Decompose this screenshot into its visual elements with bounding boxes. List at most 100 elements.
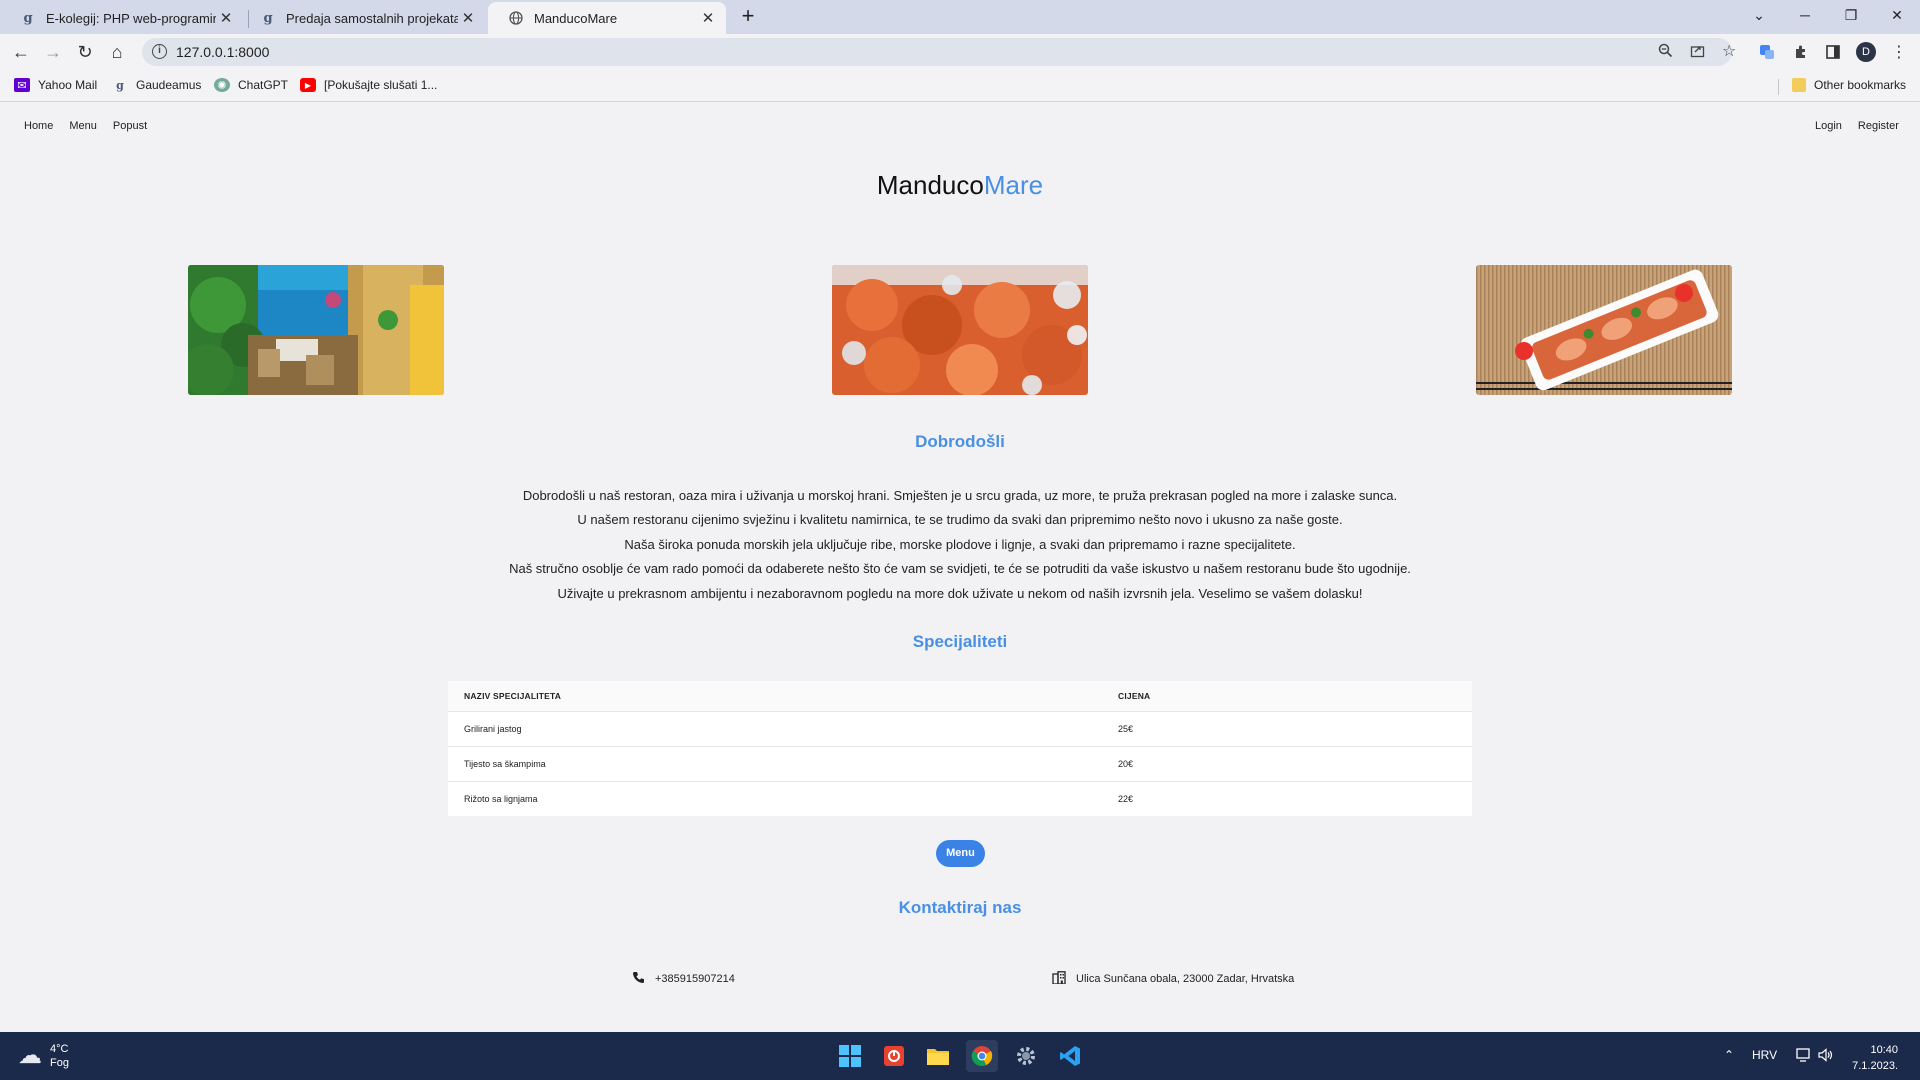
minimize-button[interactable]: ─ <box>1782 0 1828 30</box>
nav-login[interactable]: Login <box>1815 120 1842 132</box>
input-language[interactable]: HRV <box>1752 1048 1777 1062</box>
mail-icon: ✉ <box>14 78 30 92</box>
special-price: 25€ <box>1118 710 1472 746</box>
shrimp-on-ice-photo <box>832 265 1088 395</box>
chrome-app-icon[interactable] <box>966 1040 998 1072</box>
tab-title: Predaja samostalnih projekata (2 <box>286 10 458 26</box>
bookmark-label: ChatGPT <box>238 78 289 92</box>
back-button[interactable]: ← <box>8 39 34 65</box>
bookmark-yahoo-mail[interactable]: ✉ Yahoo Mail <box>14 78 97 92</box>
bookmark-label: [Pokušajte slušati 1... <box>324 78 438 92</box>
volume-icon[interactable] <box>1818 1048 1834 1065</box>
zoom-icon[interactable] <box>1658 43 1673 62</box>
weather-temperature: 4°C <box>50 1042 69 1055</box>
chevron-down-icon[interactable]: ⌄ <box>1736 0 1782 30</box>
nav-home[interactable]: Home <box>24 120 53 132</box>
file-explorer-icon[interactable] <box>922 1040 954 1072</box>
tray-chevron-up-icon[interactable]: ⌃ <box>1724 1048 1734 1062</box>
phone-number: +385915907214 <box>655 973 735 985</box>
clock-date: 7.1.2023. <box>1852 1060 1898 1072</box>
tab-title: ManducoMare <box>534 10 618 26</box>
browser-tab-bar: g E-kolegij: PHP web-programiranj ✕ g Pr… <box>0 0 1920 34</box>
extensions-puzzle-icon[interactable] <box>1792 43 1810 61</box>
gaudeamus-icon: g <box>263 10 273 26</box>
column-header-price: CIJENA <box>1118 681 1472 711</box>
star-icon[interactable]: ☆ <box>1722 41 1736 61</box>
column-header-name: NAZIV SPECIJALITETA <box>448 681 1118 711</box>
weather-widget[interactable]: ☁ 4°C Fog <box>18 1041 69 1070</box>
address-bar[interactable]: i 127.0.0.1:8000 ☆ <box>142 38 1736 66</box>
vscode-app-icon[interactable] <box>1054 1040 1086 1072</box>
nav-register[interactable]: Register <box>1858 120 1899 132</box>
special-name: Tijesto sa škampima <box>448 745 1118 781</box>
table-row: Tijesto sa škampima 20€ <box>448 745 1472 781</box>
forward-button[interactable]: → <box>40 39 66 65</box>
bookmark-label: Other bookmarks <box>1814 78 1907 92</box>
translate-extension-icon[interactable] <box>1758 43 1776 61</box>
nav-popust[interactable]: Popust <box>113 120 147 132</box>
kebab-menu-icon[interactable]: ⋮ <box>1890 43 1908 61</box>
info-icon[interactable]: i <box>152 44 167 59</box>
url-text[interactable]: 127.0.0.1:8000 <box>176 44 269 60</box>
office-app-icon[interactable] <box>878 1040 910 1072</box>
bookmark-chatgpt[interactable]: ✺ ChatGPT <box>214 78 288 92</box>
folder-icon <box>1792 78 1806 92</box>
address-text: Ulica Sunčana obala, 23000 Zadar, Hrvats… <box>1076 973 1295 985</box>
bookmark-gaudeamus[interactable]: g Gaudeamus <box>112 78 201 92</box>
reload-button[interactable]: ↻ <box>72 39 98 65</box>
system-clock[interactable]: 10:40 7.1.2023. <box>1844 1042 1898 1074</box>
windows-start-icon[interactable] <box>834 1040 866 1072</box>
table-header-row: NAZIV SPECIJALITETA CIJENA <box>448 681 1472 711</box>
gaudeamus-icon: g <box>116 78 124 92</box>
contact-title: Kontaktiraj nas <box>898 898 1022 917</box>
chatgpt-icon: ✺ <box>214 78 230 92</box>
brand-first: Manduco <box>876 170 984 200</box>
auth-nav: Login Register <box>1815 120 1899 132</box>
welcome-title: Dobrodošli <box>915 432 1005 451</box>
close-icon[interactable]: ✕ <box>698 9 718 27</box>
tab-title: E-kolegij: PHP web-programiranj <box>46 10 216 26</box>
settings-gear-icon[interactable] <box>1010 1040 1042 1072</box>
window-close-button[interactable]: ✕ <box>1874 0 1920 30</box>
restore-button[interactable]: ❐ <box>1828 0 1874 30</box>
table-row: Grilirani jastog 25€ <box>448 710 1472 746</box>
welcome-line: Naš stručno osoblje će vam rado pomoći d… <box>509 561 1411 577</box>
specials-table: NAZIV SPECIJALITETA CIJENA Grilirani jas… <box>448 681 1472 816</box>
main-nav: Home Menu Popust <box>24 120 147 132</box>
fog-cloud-icon: ☁ <box>18 1042 42 1069</box>
home-button[interactable]: ⌂ <box>104 39 130 65</box>
special-price: 22€ <box>1118 780 1472 816</box>
browser-tab-manducomare[interactable]: ManducoMare ✕ <box>488 2 726 34</box>
bookmark-label: Yahoo Mail <box>38 78 98 92</box>
special-name: Rižoto sa lignjama <box>448 780 1118 816</box>
bookmark-youtube[interactable]: ▶ [Pokušajte slušati 1... <box>300 78 437 92</box>
menu-button[interactable]: Menu <box>936 840 985 867</box>
welcome-line: Naša široka ponuda morskih jela uključuj… <box>624 536 1296 552</box>
nav-menu[interactable]: Menu <box>69 120 97 132</box>
page-content: Home Menu Popust Login Register ManducoM… <box>0 102 1920 1032</box>
welcome-line: Uživajte u prekrasnom ambijentu i nezabo… <box>557 585 1363 601</box>
table-row: Rižoto sa lignjama 22€ <box>448 780 1472 816</box>
welcome-line: Dobrodošli u naš restoran, oaza mira i u… <box>522 488 1398 503</box>
special-name: Grilirani jastog <box>448 710 1118 746</box>
windows-taskbar: ☁ 4°C Fog ⌃ HRV 10:40 7.1.2023. <box>0 1032 1920 1080</box>
other-bookmarks[interactable]: Other bookmarks <box>1792 78 1906 92</box>
contact-phone: +385915907214 <box>632 971 735 987</box>
bookmark-label: Gaudeamus <box>136 78 202 92</box>
specials-title: Specijaliteti <box>912 632 1008 651</box>
close-icon[interactable]: ✕ <box>458 9 478 27</box>
new-tab-button[interactable]: + <box>736 5 760 29</box>
close-icon[interactable]: ✕ <box>216 9 236 27</box>
building-icon <box>1052 971 1066 987</box>
profile-avatar[interactable]: D <box>1856 42 1876 62</box>
brand-second: Mare <box>983 170 1044 200</box>
youtube-icon: ▶ <box>300 78 316 92</box>
share-icon[interactable] <box>1690 43 1705 62</box>
welcome-line: U našem restoranu cijenimo svježinu i kv… <box>577 512 1343 528</box>
browser-tab-predaja[interactable]: g Predaja samostalnih projekata (2 ✕ <box>240 2 486 34</box>
side-panel-icon[interactable] <box>1824 43 1842 61</box>
clock-time: 10:40 <box>1870 1044 1898 1056</box>
browser-tab-ekolegij[interactable]: g E-kolegij: PHP web-programiranj ✕ <box>0 2 244 34</box>
network-icon[interactable] <box>1796 1048 1812 1065</box>
contact-address: Ulica Sunčana obala, 23000 Zadar, Hrvats… <box>1052 971 1294 987</box>
